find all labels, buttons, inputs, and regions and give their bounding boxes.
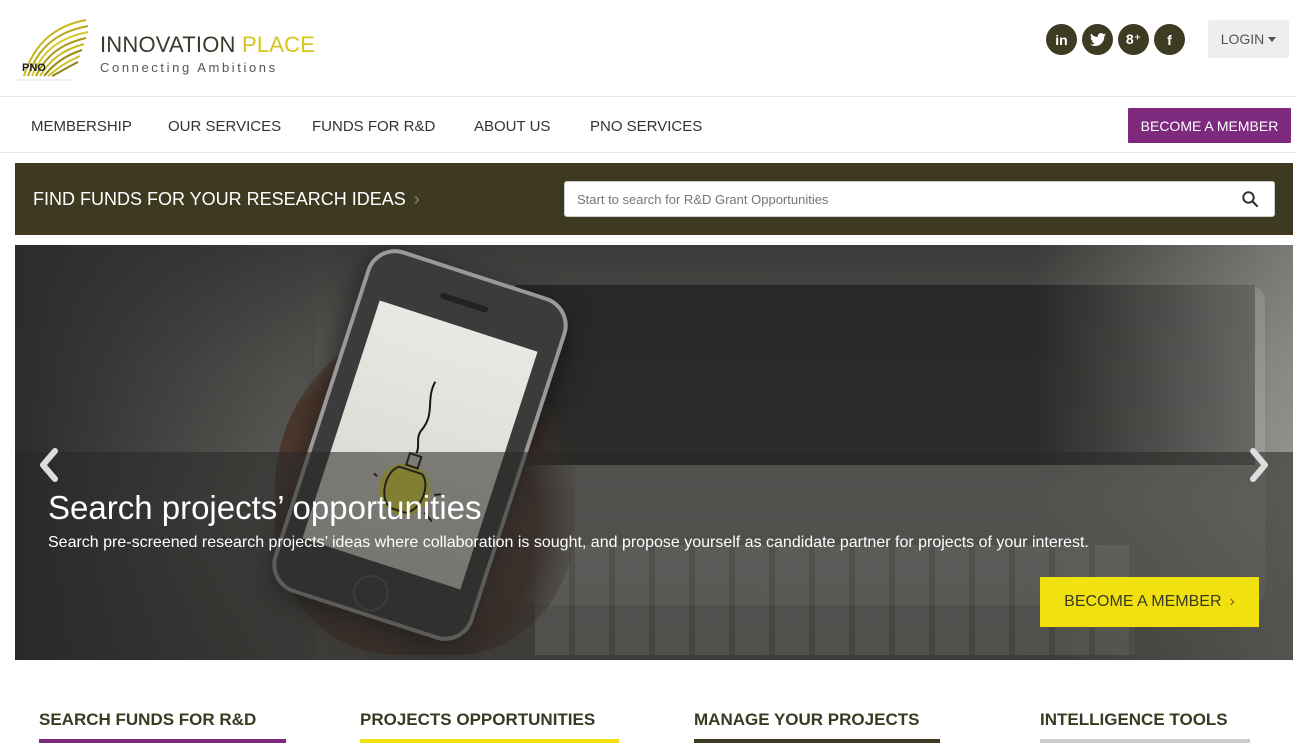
search-input[interactable] bbox=[564, 181, 1275, 217]
phone-speaker bbox=[439, 292, 489, 314]
login-label: LOGIN bbox=[1220, 31, 1265, 47]
hero-cta-label: BECOME A MEMBER bbox=[1064, 593, 1222, 610]
google-plus-icon[interactable]: 8⁺ bbox=[1118, 24, 1149, 55]
logo-pno-text: PNO bbox=[22, 62, 46, 74]
fund-search-bar: FIND FUNDS FOR YOUR RESEARCH IDEAS › bbox=[15, 163, 1293, 235]
nav-item-funds-for-rd[interactable]: FUNDS FOR R&D bbox=[312, 118, 435, 135]
feature-intelligence-tools[interactable]: INTELLIGENCE TOOLS bbox=[1040, 710, 1228, 730]
site-header: PNO INNOVATION PLACE Connecting Ambition… bbox=[0, 0, 1297, 97]
search-bar-title-text: FIND FUNDS FOR YOUR RESEARCH IDEAS bbox=[33, 189, 406, 209]
hero-carousel: Search projects’ opportunities Search pr… bbox=[15, 245, 1293, 660]
feature-search-funds[interactable]: SEARCH FUNDS FOR R&D bbox=[39, 710, 256, 730]
hero-description: Search pre-screened research projects’ i… bbox=[48, 534, 1089, 551]
brand-title-word1: INNOVATION bbox=[100, 32, 236, 57]
facebook-icon[interactable]: f bbox=[1154, 24, 1185, 55]
nav-item-membership[interactable]: MEMBERSHIP bbox=[31, 118, 132, 135]
brand-tagline: Connecting Ambitions bbox=[100, 60, 278, 75]
chevron-right-icon: › bbox=[1229, 593, 1235, 610]
hero-caption-band bbox=[15, 452, 1293, 660]
brand-title: INNOVATION PLACE bbox=[100, 32, 315, 58]
search-bar-title: FIND FUNDS FOR YOUR RESEARCH IDEAS › bbox=[33, 189, 420, 210]
hero-title: Search projects’ opportunities bbox=[48, 489, 482, 526]
feature-underline-purple bbox=[39, 739, 286, 743]
linkedin-icon[interactable]: in bbox=[1046, 24, 1077, 55]
feature-projects-opportunities[interactable]: PROJECTS OPPORTUNITIES bbox=[360, 710, 595, 730]
hero-become-member-button[interactable]: BECOME A MEMBER › bbox=[1040, 577, 1259, 627]
caret-down-icon bbox=[1268, 36, 1277, 42]
brand-logo[interactable]: PNO INNOVATION PLACE Connecting Ambition… bbox=[14, 14, 324, 86]
main-navigation: MEMBERSHIP OUR SERVICES FUNDS FOR R&D AB… bbox=[0, 98, 1297, 153]
feature-underline-grey bbox=[1040, 739, 1250, 743]
carousel-prev-arrow-icon[interactable] bbox=[35, 445, 65, 485]
feature-manage-projects[interactable]: MANAGE YOUR PROJECTS bbox=[694, 710, 919, 730]
social-links: in 8⁺ f bbox=[1046, 24, 1185, 55]
nav-item-about-us[interactable]: ABOUT US bbox=[474, 118, 550, 135]
feature-underline-olive bbox=[694, 739, 940, 743]
nav-item-our-services[interactable]: OUR SERVICES bbox=[168, 118, 281, 135]
feature-underline-yellow bbox=[360, 739, 619, 743]
twitter-icon[interactable] bbox=[1082, 24, 1113, 55]
nav-item-pno-services[interactable]: PNO SERVICES bbox=[590, 118, 702, 135]
become-member-button[interactable]: BECOME A MEMBER bbox=[1128, 108, 1291, 143]
login-button[interactable]: LOGIN bbox=[1208, 20, 1289, 58]
brand-title-word2: PLACE bbox=[241, 32, 316, 57]
twitter-bird-icon bbox=[1089, 32, 1106, 46]
chevron-right-icon: › bbox=[413, 189, 420, 209]
carousel-next-arrow-icon[interactable] bbox=[1243, 445, 1273, 485]
search-icon[interactable] bbox=[1241, 190, 1259, 208]
